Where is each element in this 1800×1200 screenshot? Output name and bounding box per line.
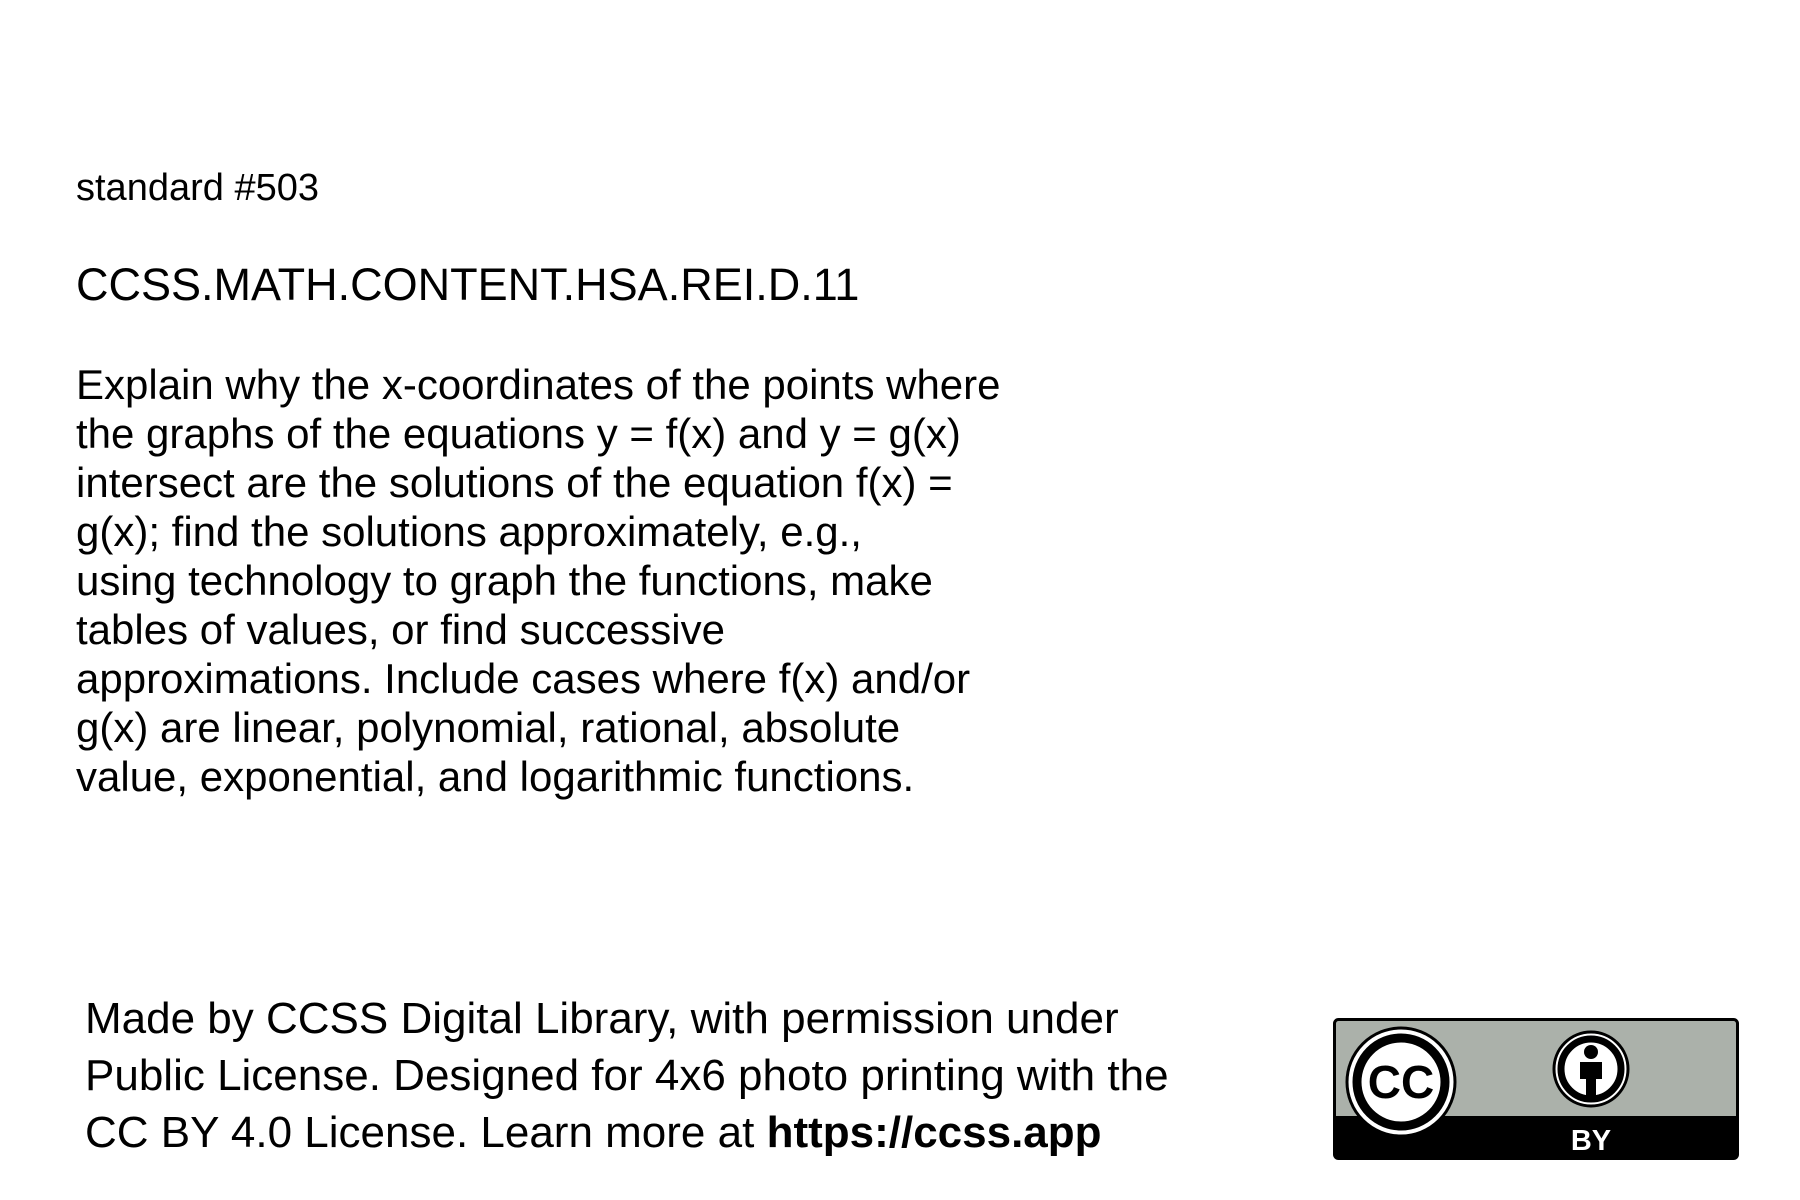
by-letters: BY <box>1571 1125 1611 1157</box>
standard-code: CCSS.MATH.CONTENT.HSA.REI.D.11 <box>76 259 860 310</box>
ccss-app-link[interactable]: https://ccss.app <box>767 1108 1102 1157</box>
description-line: the graphs of the equations y = f(x) and… <box>76 410 961 457</box>
description-line: g(x); find the solutions approximately, … <box>76 508 862 555</box>
footer-line: Made by CCSS Digital Library, with permi… <box>85 994 1119 1043</box>
footer-line: CC BY 4.0 License. Learn more at https:/… <box>85 1104 1325 1161</box>
standard-description: Explain why the x-coordinates of the poi… <box>76 360 1226 801</box>
footer-line: Public License. Designed for 4x6 photo p… <box>85 1051 1169 1100</box>
description-line: tables of values, or find successive <box>76 606 725 653</box>
description-line: g(x) are linear, polynomial, rational, a… <box>76 704 901 751</box>
description-line: approximations. Include cases where f(x)… <box>76 655 971 702</box>
cc-letters: CC <box>1368 1056 1434 1108</box>
person-icon-head <box>1584 1045 1598 1059</box>
attribution-footer: Made by CCSS Digital Library, with permi… <box>85 990 1325 1161</box>
description-line: intersect are the solutions of the equat… <box>76 459 953 506</box>
description-line: Explain why the x-coordinates of the poi… <box>76 361 1001 408</box>
footer-line-prefix: CC BY 4.0 License. Learn more at <box>85 1108 767 1157</box>
standard-number: standard #503 <box>76 167 319 209</box>
description-line: value, exponential, and logarithmic func… <box>76 753 915 800</box>
cc-by-license-icon: CC BY <box>1333 1018 1739 1160</box>
description-line: using technology to graph the functions,… <box>76 557 933 604</box>
